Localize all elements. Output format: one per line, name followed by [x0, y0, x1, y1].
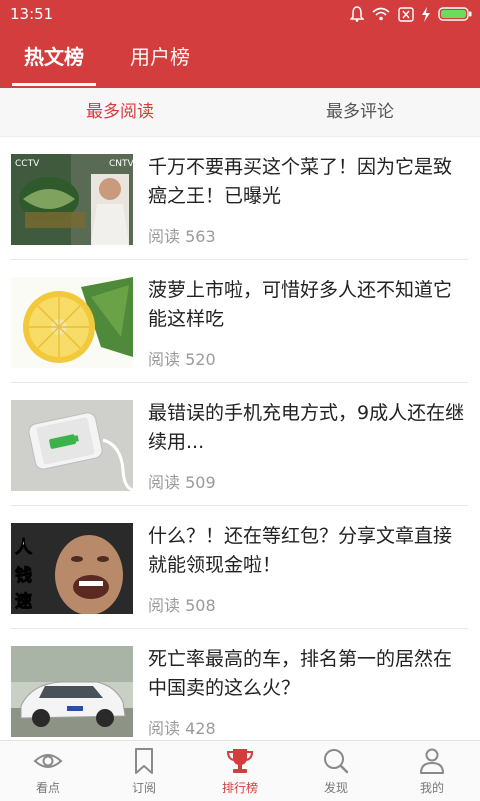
eye-icon	[33, 754, 63, 768]
read-count: 阅读 509	[148, 473, 216, 492]
article-item[interactable]: 人 钱 速 什么？！还在等红包？分享文章直接就能领现金啦！ 阅读 508	[0, 507, 480, 629]
nav-item-ranking[interactable]: 排行榜	[192, 741, 288, 801]
article-title[interactable]: 菠萝上市啦，可惜好多人还不知道它能这样吃	[148, 276, 470, 334]
read-count: 阅读 428	[148, 719, 216, 738]
article-item[interactable]: 最错误的手机充电方式，9成人还在继续用... 阅读 509	[0, 384, 480, 506]
svg-text:人: 人	[15, 538, 33, 558]
status-time: 13:51	[10, 5, 54, 23]
sim-off-icon	[398, 6, 414, 22]
article-thumbnail	[11, 646, 133, 737]
top-tab-bar: 热文榜 用户榜	[0, 28, 480, 88]
article-title[interactable]: 什么？！还在等红包？分享文章直接就能领现金啦！	[148, 522, 470, 580]
bottom-navigation: 看点 订阅 排行榜 发现 我的	[0, 740, 480, 801]
battery-icon	[438, 7, 472, 21]
nav-item-profile[interactable]: 我的	[384, 741, 480, 801]
subtab-most-comments[interactable]: 最多评论	[240, 88, 480, 136]
article-thumbnail	[11, 400, 133, 491]
bookmark-icon	[135, 748, 153, 774]
search-icon	[324, 749, 349, 774]
article-thumbnail: CCTV CNTV	[11, 154, 133, 245]
article-title[interactable]: 千万不要再买这个菜了！因为它是致癌之王！已曝光	[148, 153, 470, 211]
nav-item-subscribe[interactable]: 订阅	[96, 741, 192, 801]
trophy-icon	[226, 749, 254, 773]
nav-item-discover[interactable]: 发现	[288, 741, 384, 801]
read-count: 阅读 508	[148, 596, 216, 615]
read-count: 阅读 520	[148, 350, 216, 369]
status-icons	[350, 5, 472, 23]
sub-tab-bar: 最多阅读 最多评论	[0, 88, 480, 137]
active-tab-indicator	[12, 83, 96, 86]
user-icon	[420, 748, 444, 774]
nav-label: 发现	[323, 781, 348, 795]
wifi-icon	[372, 7, 390, 21]
article-item[interactable]: 菠萝上市啦，可惜好多人还不知道它能这样吃 阅读 520	[0, 261, 480, 383]
divider	[11, 628, 468, 629]
subtab-most-read[interactable]: 最多阅读	[0, 88, 240, 136]
charging-icon	[422, 6, 430, 22]
nav-label: 我的	[419, 781, 444, 795]
article-thumbnail	[11, 277, 133, 368]
article-list: CCTV CNTV 千万不要再买这个菜了！因为它是致癌之王！已曝光 阅读 563	[0, 138, 480, 740]
svg-text:CCTV: CCTV	[15, 159, 40, 169]
bell-icon	[350, 6, 364, 22]
article-item[interactable]: CCTV CNTV 千万不要再买这个菜了！因为它是致癌之王！已曝光 阅读 563	[0, 138, 480, 260]
status-bar: 13:51	[0, 0, 480, 28]
nav-label: 排行榜	[221, 781, 258, 795]
svg-text:速: 速	[15, 591, 32, 612]
nav-label: 订阅	[131, 781, 156, 795]
article-title[interactable]: 死亡率最高的车，排名第一的居然在中国卖的这么火？	[148, 645, 470, 703]
divider	[11, 259, 468, 260]
tab-user-ranking[interactable]: 用户榜	[118, 28, 202, 88]
read-count: 阅读 563	[148, 227, 216, 246]
article-thumbnail: 人 钱 速	[11, 523, 133, 614]
divider	[11, 505, 468, 506]
nav-label: 看点	[35, 781, 60, 795]
svg-text:CNTV: CNTV	[109, 159, 133, 169]
divider	[11, 382, 468, 383]
svg-text:钱: 钱	[15, 565, 32, 586]
article-item[interactable]: 死亡率最高的车，排名第一的居然在中国卖的这么火？ 阅读 428	[0, 630, 480, 752]
article-title[interactable]: 最错误的手机充电方式，9成人还在继续用...	[148, 399, 470, 457]
tab-hot-articles[interactable]: 热文榜	[12, 28, 96, 88]
nav-item-watch[interactable]: 看点	[0, 741, 96, 801]
